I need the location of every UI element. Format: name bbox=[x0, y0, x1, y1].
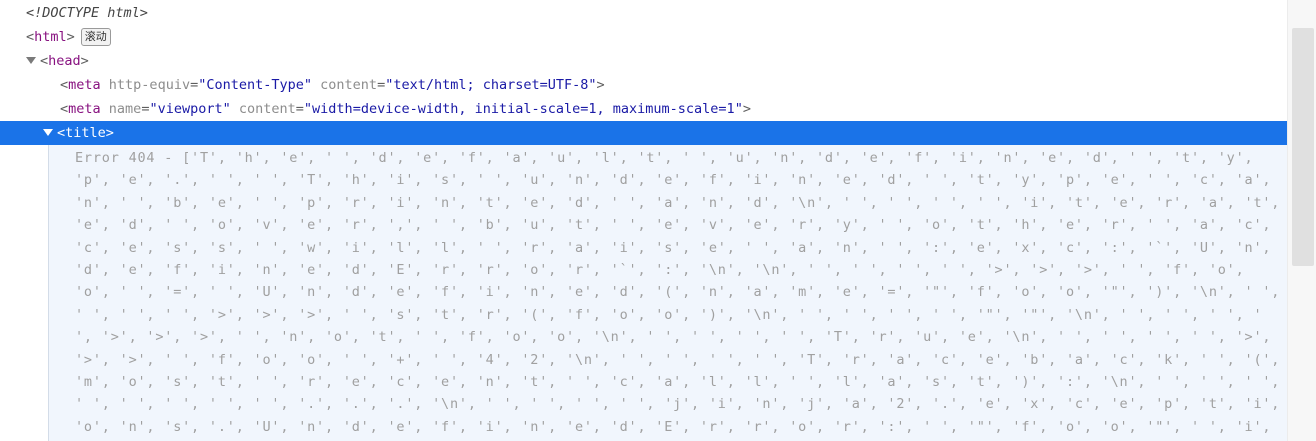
expand-caret-icon[interactable] bbox=[43, 129, 53, 136]
html-node[interactable]: <html> 滚动 bbox=[26, 25, 111, 49]
title-node-selected[interactable]: <title> bbox=[0, 121, 1288, 145]
meta1-tag-name: meta bbox=[68, 77, 101, 93]
meta-viewport-node[interactable]: <meta name="viewport" content="width=dev… bbox=[60, 97, 751, 121]
html-close-bracket: > bbox=[66, 29, 75, 45]
meta1-attr2-name: content bbox=[320, 77, 378, 93]
vertical-scrollbar[interactable] bbox=[1287, 0, 1316, 441]
title-open-bracket: < bbox=[57, 125, 66, 141]
meta1-attr2-value: "text/html; charset=UTF-8" bbox=[385, 77, 597, 93]
meta2-open-bracket: < bbox=[60, 101, 69, 117]
head-close-bracket: > bbox=[80, 53, 89, 69]
dom-tree-panel: <!DOCTYPE html> <html> 滚动 <head> <meta ht… bbox=[0, 0, 1316, 441]
head-node[interactable]: <head> bbox=[26, 49, 89, 73]
title-text-content: Error 404 - ['T', 'h', 'e', ' ', 'd', 'e… bbox=[75, 150, 1281, 435]
meta1-open-bracket: < bbox=[60, 77, 69, 93]
meta1-attr1-value: "Content-Type" bbox=[198, 77, 313, 93]
head-open-bracket: < bbox=[40, 53, 49, 69]
meta1-close-bracket: > bbox=[596, 77, 605, 93]
title-tag-name: title bbox=[65, 125, 106, 141]
scrollbar-thumb[interactable] bbox=[1292, 28, 1314, 266]
doctype-text: <!DOCTYPE html> bbox=[26, 5, 148, 21]
head-tag-name: head bbox=[48, 53, 81, 69]
meta-content-type-node[interactable]: <meta http-equiv="Content-Type" content=… bbox=[60, 73, 605, 97]
expand-caret-icon[interactable] bbox=[26, 57, 36, 64]
title-text-node[interactable]: Error 404 - ['T', 'h', 'e', ' ', 'd', 'e… bbox=[48, 145, 1289, 441]
html-tag-name: html bbox=[34, 29, 67, 45]
meta2-attr1-value: "viewport" bbox=[149, 101, 231, 117]
doctype-node[interactable]: <!DOCTYPE html> bbox=[26, 1, 148, 25]
title-close-bracket: > bbox=[105, 125, 114, 141]
meta2-tag-name: meta bbox=[68, 101, 101, 117]
scroll-badge[interactable]: 滚动 bbox=[80, 28, 111, 46]
meta2-attr2-name: content bbox=[238, 101, 296, 117]
meta2-attr2-value: "width=device-width, initial-scale=1, ma… bbox=[303, 101, 743, 117]
meta1-attr1-name: http-equiv bbox=[108, 77, 191, 93]
meta2-close-bracket: > bbox=[742, 101, 751, 117]
html-open-bracket: < bbox=[26, 29, 35, 45]
meta2-attr1-name: name bbox=[108, 101, 142, 117]
